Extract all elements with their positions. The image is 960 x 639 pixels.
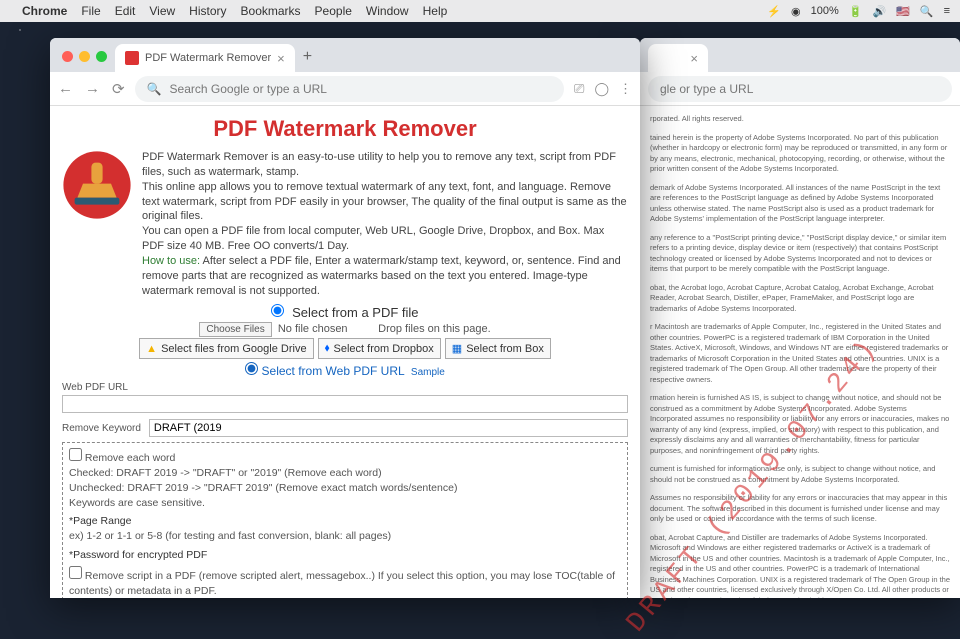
url-placeholder: Search Google or type a URL xyxy=(170,82,327,96)
address-bar[interactable]: gle or type a URL xyxy=(648,76,952,102)
no-file-chosen: No file chosen xyxy=(278,323,348,335)
choose-files-button[interactable]: Choose Files xyxy=(199,322,271,337)
chrome-menu-icon[interactable]: ⋮ xyxy=(619,81,632,97)
tab-title: PDF Watermark Remover xyxy=(145,52,271,64)
browser-tab[interactable]: PDF Watermark Remover × xyxy=(115,44,295,72)
profile-icon[interactable]: ◯ xyxy=(594,81,609,97)
browser-tab[interactable]: × xyxy=(648,44,708,72)
pdf-document-text: rporated. All rights reserved. tained he… xyxy=(640,106,960,598)
battery-icon: 🔋 xyxy=(849,5,863,18)
address-bar[interactable]: 🔍 Search Google or type a URL xyxy=(135,76,564,102)
web-pdf-url-label: Web PDF URL xyxy=(62,382,628,393)
remove-keyword-input[interactable] xyxy=(149,419,628,437)
web-url-radio[interactable] xyxy=(245,362,258,375)
close-window-button[interactable] xyxy=(62,51,73,62)
flag-icon: 🇺🇸 xyxy=(896,5,910,18)
page-content: PDF Watermark Remover PDF Watermark Remo… xyxy=(50,106,640,598)
drop-files-hint: Drop files on this page. xyxy=(378,323,491,335)
remove-script-checkbox[interactable] xyxy=(69,566,82,579)
remove-each-word-checkbox[interactable] xyxy=(69,448,82,461)
select-pdf-label: Select from a PDF file xyxy=(292,305,418,320)
menu-view[interactable]: View xyxy=(149,4,175,18)
close-tab-icon[interactable]: × xyxy=(277,51,285,66)
remove-keyword-label: Remove Keyword xyxy=(62,423,141,434)
new-tab-button[interactable]: + xyxy=(295,42,320,72)
maximize-window-button[interactable] xyxy=(96,51,107,62)
volume-icon: 🔊 xyxy=(872,5,886,18)
intro-text: PDF Watermark Remover is an easy-to-use … xyxy=(142,150,628,298)
menu-icon[interactable]: ≡ xyxy=(944,5,950,17)
background-chrome-window: × gle or type a URL rporated. All rights… xyxy=(640,38,960,598)
page-title: PDF Watermark Remover xyxy=(62,116,628,142)
menu-history[interactable]: History xyxy=(189,4,226,18)
menu-chrome[interactable]: Chrome xyxy=(22,4,67,18)
search-icon: 🔍 xyxy=(147,82,162,96)
spotlight-icon[interactable]: 🔍 xyxy=(920,5,934,18)
minimize-window-button[interactable] xyxy=(79,51,90,62)
menu-edit[interactable]: Edit xyxy=(115,4,136,18)
main-chrome-window: PDF Watermark Remover × + ← → ⟳ 🔍 Search… xyxy=(50,38,640,598)
select-pdf-radio[interactable] xyxy=(271,304,284,317)
bolt-icon: ⚡ xyxy=(767,5,781,18)
stamp-icon xyxy=(62,150,132,220)
menu-people[interactable]: People xyxy=(315,4,352,18)
box-button[interactable]: ▦Select from Box xyxy=(445,338,551,359)
cast-icon[interactable]: ⎚ xyxy=(574,81,584,97)
sample-link[interactable]: Sample xyxy=(411,367,445,378)
menu-bookmarks[interactable]: Bookmarks xyxy=(241,4,301,18)
window-controls xyxy=(58,51,115,72)
forward-button[interactable]: → xyxy=(85,80,100,98)
menu-file[interactable]: File xyxy=(81,4,100,18)
back-button[interactable]: ← xyxy=(58,80,73,98)
favicon-icon xyxy=(125,51,139,65)
box-icon: ▦ xyxy=(452,342,462,355)
web-url-label: Select from Web PDF URL xyxy=(262,364,405,378)
battery-percent: 100% xyxy=(811,5,839,17)
close-tab-icon[interactable]: × xyxy=(690,51,698,66)
dropbox-icon: ⬧ xyxy=(325,342,330,355)
gdrive-icon: ▲ xyxy=(146,343,157,355)
menu-help[interactable]: Help xyxy=(423,4,448,18)
web-pdf-url-input[interactable] xyxy=(62,395,628,413)
reload-button[interactable]: ⟳ xyxy=(112,80,125,98)
dropbox-button[interactable]: ⬧Select from Dropbox xyxy=(318,338,441,359)
macos-menubar: Chrome File Edit View History Bookmarks … xyxy=(0,0,960,22)
options-box: Remove each word Checked: DRAFT 2019 -> … xyxy=(62,442,628,598)
google-drive-button[interactable]: ▲Select files from Google Drive xyxy=(139,338,313,359)
menu-window[interactable]: Window xyxy=(366,4,409,18)
wifi-icon: ◉ xyxy=(791,5,801,18)
